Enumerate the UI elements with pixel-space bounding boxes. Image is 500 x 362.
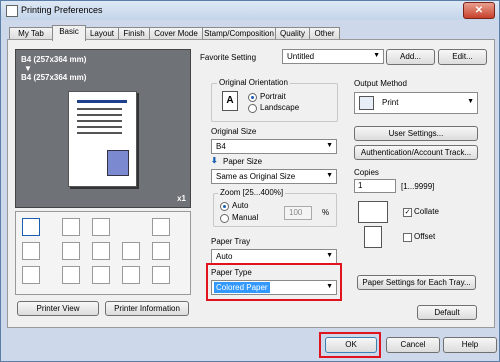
original-orientation-icon[interactable] [22,218,40,236]
landscape-radio[interactable] [248,104,257,113]
chevron-down-icon: ▼ [467,98,474,105]
authentication-account-track-button[interactable]: Authentication/Account Track... [354,145,478,160]
output-method-label: Output Method [354,79,407,88]
user-settings-button[interactable]: User Settings... [354,126,478,141]
copies-input[interactable]: 1 [354,179,396,193]
help-button[interactable]: Help [443,337,497,353]
portrait-radio[interactable] [248,93,257,102]
cancel-button[interactable]: Cancel [386,337,440,353]
duplex-icon[interactable] [62,242,80,260]
preview-arrow: ▼ [24,64,32,73]
zoom-manual-radio[interactable] [220,214,229,223]
paper-size-value: Same as Original Size [216,172,296,181]
paper-size-label: Paper Size [223,157,263,166]
printing-preferences-dialog: Printing Preferences ✕ My Tab Basic Layo… [0,0,500,362]
zoom-unit: % [322,208,330,217]
landscape-label: Landscape [260,103,300,112]
copies-value: 1 [358,181,363,190]
stamp-icon[interactable] [152,266,170,284]
font-icon[interactable] [92,242,110,260]
cover-icon[interactable] [122,266,140,284]
tab-label: Basic [59,27,79,36]
paper-size-select[interactable]: Same as Original Size ▼ [211,169,337,184]
tab-label: Finish [123,29,145,38]
checkmark-icon: ✓ [404,209,411,216]
zoom-manual-label: Manual [232,213,259,222]
paper-type-highlight-box [206,263,342,301]
color-icon[interactable] [22,266,40,284]
offset-preview-icon [364,226,382,248]
favorite-edit-button[interactable]: Edit... [438,49,487,65]
preview-paper-size: B4 (257x364 mm) [21,73,87,82]
zoom-auto-radio[interactable] [220,202,229,211]
zoom-value-input[interactable]: 100 [284,206,312,220]
copies-badge: x1 [177,194,186,203]
close-button[interactable]: ✕ [463,2,495,19]
tray-icon[interactable] [62,266,80,284]
staple-icon[interactable] [62,218,80,236]
original-size-value: B4 [216,142,226,151]
page-preview: B4 (257x364 mm) ▼ B4 (257x364 mm) x1 [15,49,191,208]
overlay-icon[interactable] [152,242,170,260]
original-size-label: Original Size [211,127,257,136]
output-method-value: Print [382,98,399,107]
collate-label: Collate [414,207,439,216]
orientation-label: Original Orientation [217,78,290,87]
preview-original-size: B4 (257x364 mm) [21,55,87,64]
zoom-label: Zoom [25...400%] [218,188,286,197]
portrait-label: Portrait [260,92,286,101]
paper-tray-value: Auto [216,252,233,261]
tab-basic[interactable]: Basic [52,25,86,41]
original-size-select[interactable]: B4 ▼ [211,139,337,154]
punch-icon[interactable] [92,218,110,236]
favorite-setting-label: Favorite Setting [200,53,257,62]
chevron-down-icon: ▼ [326,172,333,179]
favorite-setting-select[interactable]: Untitled ▼ [282,49,384,64]
favorite-setting-value: Untitled [287,52,315,61]
fold-icon[interactable] [152,218,170,236]
printer-information-button[interactable]: Printer Information [105,301,189,316]
copies-label: Copies [354,168,379,177]
chevron-down-icon: ▼ [373,52,380,59]
ok-highlight-box [319,332,381,358]
arrow-down-icon: ⬇ [211,156,218,165]
tab-label: My Tab [18,29,44,38]
copies-range: [1...9999] [401,182,435,191]
paper-tray-label: Paper Tray [211,237,251,246]
output-method-select[interactable]: Print ▼ [354,92,478,114]
default-button[interactable]: Default [417,305,477,320]
offset-checkbox[interactable] [403,233,412,242]
collate-checkbox[interactable]: ✓ [403,208,412,217]
portrait-preview-icon: A [222,91,238,111]
printer-view-button[interactable]: Printer View [17,301,99,316]
tab-label: Quality [280,29,305,38]
paper-tray-select[interactable]: Auto ▼ [211,249,337,264]
tab-label: Stamp/Composition [204,29,274,38]
print-icon [359,96,374,110]
printer-icon [6,5,18,17]
function-icon-panel [15,211,191,295]
window-title: Printing Preferences [21,5,103,15]
zoom-auto-label: Auto [232,201,249,210]
tab-label: Cover Mode [154,29,198,38]
offset-label: Offset [414,232,436,241]
favorite-add-button[interactable]: Add... [386,49,435,65]
chevron-down-icon: ▼ [326,252,333,259]
tab-label: Layout [89,29,115,38]
tab-label: Other [314,29,335,38]
paper-preview-sheet [68,91,137,187]
combination-icon[interactable] [22,242,40,260]
watermark-icon[interactable] [122,242,140,260]
chevron-down-icon: ▼ [326,142,333,149]
collate-preview-icon [358,201,388,223]
title-bar: Printing Preferences ✕ [1,1,499,20]
paper-settings-each-tray-button[interactable]: Paper Settings for Each Tray... [357,275,476,290]
user-auth-icon[interactable] [92,266,110,284]
zoom-value: 100 [289,208,303,217]
